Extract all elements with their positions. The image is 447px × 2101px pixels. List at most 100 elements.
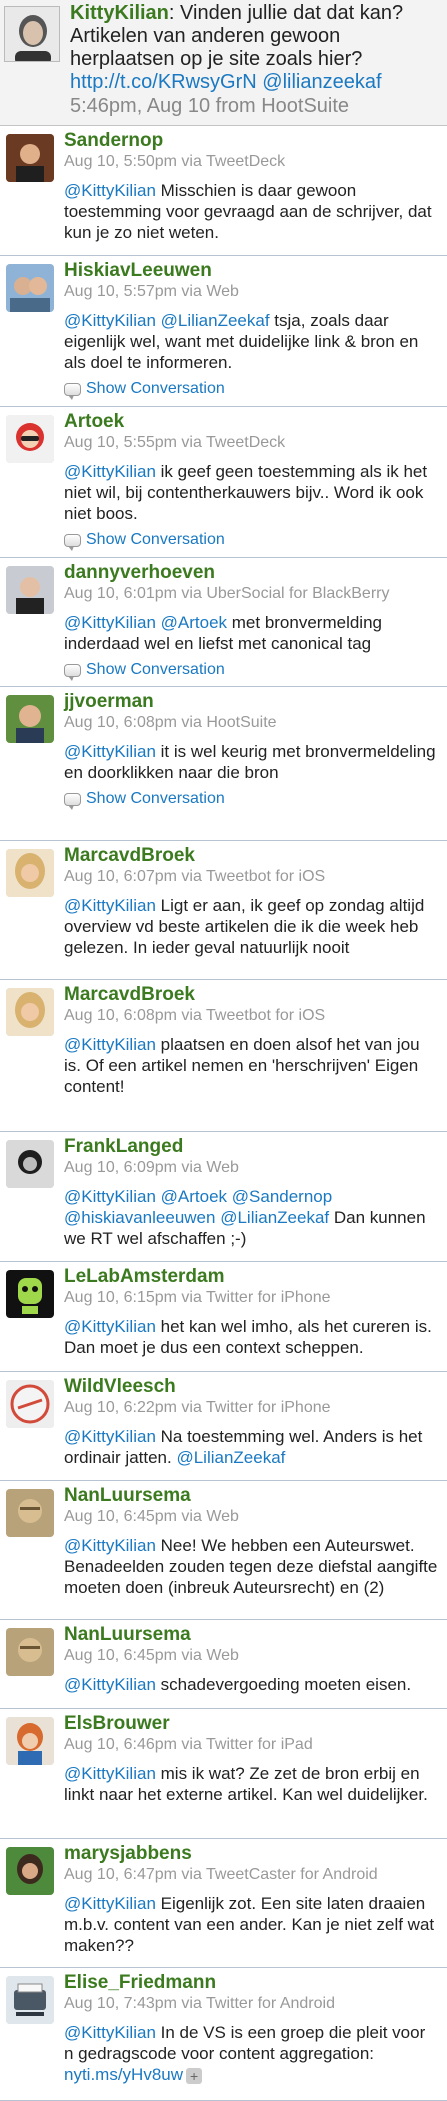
mention-link[interactable]: @hiskiavanleeuwen (64, 1208, 215, 1227)
expand-plus-icon[interactable]: + (186, 2067, 203, 2084)
reply-item: NanLuursema Aug 10, 6:45pm via Web @Kitt… (0, 1620, 447, 1709)
mention-link[interactable]: @LilianZeekaf (176, 1448, 285, 1467)
user-photo-icon (6, 849, 54, 897)
reply-meta: Aug 10, 6:22pm via Twitter for iPhone (64, 1399, 331, 1416)
avatar[interactable] (6, 695, 54, 743)
mention-link[interactable]: @LilianZeekaf (220, 1208, 329, 1227)
author-name[interactable]: KittyKilian (70, 2, 169, 24)
avatar[interactable] (6, 264, 54, 312)
show-conversation-link[interactable]: Show Conversation (64, 661, 439, 681)
reply-item: HiskiavLeeuwen Aug 10, 5:57pm via Web @K… (0, 256, 447, 407)
robot-logo-icon (6, 1270, 54, 1318)
reply-meta: Aug 10, 6:09pm via Web (64, 1159, 239, 1176)
reply-author[interactable]: FrankLanged (64, 1136, 439, 1158)
tweet-link[interactable]: http://t.co/KRwsyGrN (70, 71, 257, 93)
mention-link[interactable]: @KittyKilian (64, 181, 156, 200)
user-photo-icon (6, 415, 54, 463)
avatar[interactable] (6, 1380, 54, 1428)
avatar[interactable] (6, 1489, 54, 1537)
avatar[interactable] (6, 566, 54, 614)
avatar[interactable] (6, 1976, 54, 2024)
user-photo-icon (6, 134, 54, 182)
reply-text: @KittyKilian Nee! We hebben een Auteursw… (64, 1536, 438, 1597)
mention-link[interactable]: @KittyKilian (64, 1035, 156, 1054)
reply-text: @KittyKilian plaatsen en doen alsof het … (64, 1035, 420, 1096)
mention-link[interactable]: @Artoek (161, 613, 227, 632)
reply-item: dannyverhoeven Aug 10, 6:01pm via UberSo… (0, 558, 447, 687)
original-tweet-text: KittyKilian: Vinden jullie dat dat kan? … (70, 2, 441, 118)
mention-link[interactable]: @KittyKilian (64, 1675, 156, 1694)
reply-author[interactable]: LeLabAmsterdam (64, 1266, 439, 1288)
mention-link[interactable]: @KittyKilian (64, 1187, 156, 1206)
reply-list: Sandernop Aug 10, 5:50pm via TweetDeck @… (0, 126, 447, 2101)
show-conversation-link[interactable]: Show Conversation (64, 790, 439, 810)
reply-author[interactable]: Sandernop (64, 130, 439, 152)
mention-link[interactable]: @KittyKilian (64, 311, 156, 330)
mention-link[interactable]: @KittyKilian (64, 1894, 156, 1913)
user-photo-icon (6, 264, 54, 312)
reply-meta: Aug 10, 7:43pm via Twitter for Android (64, 1995, 335, 2012)
reply-author[interactable]: jjvoerman (64, 691, 439, 713)
reply-meta: Aug 10, 6:47pm via TweetCaster for Andro… (64, 1866, 378, 1883)
reply-item: FrankLanged Aug 10, 6:09pm via Web @Kitt… (0, 1132, 447, 1262)
mention-link[interactable]: @LilianZeekaf (161, 311, 270, 330)
mention-link[interactable]: @KittyKilian (64, 742, 156, 761)
mention-link[interactable]: @KittyKilian (64, 1764, 156, 1783)
show-conversation-link[interactable]: Show Conversation (64, 380, 439, 400)
mention-link[interactable]: @KittyKilian (64, 1427, 156, 1446)
avatar[interactable] (6, 1717, 54, 1765)
avatar[interactable] (6, 134, 54, 182)
reply-item: MarcavdBroek Aug 10, 6:07pm via Tweetbot… (0, 841, 447, 980)
reply-text: @KittyKilian schadevergoeding moeten eis… (64, 1675, 412, 1694)
reply-meta: Aug 10, 6:08pm via Tweetbot for iOS (64, 1007, 326, 1024)
reply-text: @KittyKilian Misschien is daar gewoon to… (64, 181, 432, 242)
reply-author[interactable]: NanLuursema (64, 1624, 439, 1646)
reply-meta: Aug 10, 6:07pm via Tweetbot for iOS (64, 868, 326, 885)
mention-link[interactable]: @KittyKilian (64, 896, 156, 915)
reply-text: @KittyKilian @Artoek @Sandernop @hiskiav… (64, 1187, 426, 1248)
mention-link[interactable]: @KittyKilian (64, 613, 156, 632)
user-photo-icon (6, 1489, 54, 1537)
user-photo-icon (6, 1628, 54, 1676)
reply-author[interactable]: marysjabbens (64, 1843, 439, 1865)
reply-author[interactable]: Artoek (64, 411, 439, 433)
tweet-link[interactable]: nyti.ms/yHv8uw (64, 2065, 183, 2084)
conversation-view: KittyKilian: Vinden jullie dat dat kan? … (0, 0, 447, 2101)
reply-author[interactable]: ElsBrouwer (64, 1713, 439, 1735)
mention-link[interactable]: @KittyKilian (64, 1536, 156, 1555)
reply-text: @KittyKilian ik geef geen toestemming al… (64, 462, 428, 523)
avatar[interactable] (6, 1847, 54, 1895)
reply-text: @KittyKilian Na toestemming wel. Anders … (64, 1427, 423, 1467)
avatar[interactable] (6, 849, 54, 897)
reply-item: LeLabAmsterdam Aug 10, 6:15pm via Twitte… (0, 1262, 447, 1372)
reply-meta: Aug 10, 5:50pm via TweetDeck (64, 153, 286, 170)
mention-link[interactable]: @Sandernop (232, 1187, 332, 1206)
stamp-logo-icon (6, 1380, 54, 1428)
avatar[interactable] (6, 1270, 54, 1318)
reply-author[interactable]: NanLuursema (64, 1485, 439, 1507)
reply-item: ElsBrouwer Aug 10, 6:46pm via Twitter fo… (0, 1709, 447, 1839)
reply-author[interactable]: MarcavdBroek (64, 984, 439, 1006)
show-conversation-link[interactable]: Show Conversation (64, 531, 439, 551)
reply-item: marysjabbens Aug 10, 6:47pm via TweetCas… (0, 1839, 447, 1968)
mention-link[interactable]: @KittyKilian (64, 1317, 156, 1336)
mention-link[interactable]: @Artoek (161, 1187, 227, 1206)
reply-item: NanLuursema Aug 10, 6:45pm via Web @Kitt… (0, 1481, 447, 1620)
speech-bubble-icon (64, 792, 81, 810)
reply-author[interactable]: Elise_Friedmann (64, 1972, 439, 1994)
avatar[interactable] (6, 1140, 54, 1188)
reply-author[interactable]: HiskiavLeeuwen (64, 260, 439, 282)
reply-author[interactable]: MarcavdBroek (64, 845, 439, 867)
reply-text: @KittyKilian het kan wel imho, als het c… (64, 1317, 432, 1357)
reply-author[interactable]: WildVleesch (64, 1376, 439, 1398)
avatar[interactable] (6, 988, 54, 1036)
reply-meta: Aug 10, 6:15pm via Twitter for iPhone (64, 1289, 331, 1306)
avatar[interactable] (6, 1628, 54, 1676)
mention-link[interactable]: @lilianzeekaf (262, 71, 381, 93)
avatar[interactable] (6, 415, 54, 463)
mention-link[interactable]: @KittyKilian (64, 2023, 156, 2042)
tweet-meta: 5:46pm, Aug 10 from HootSuite (70, 95, 350, 117)
avatar[interactable] (4, 6, 60, 62)
mention-link[interactable]: @KittyKilian (64, 462, 156, 481)
reply-author[interactable]: dannyverhoeven (64, 562, 439, 584)
